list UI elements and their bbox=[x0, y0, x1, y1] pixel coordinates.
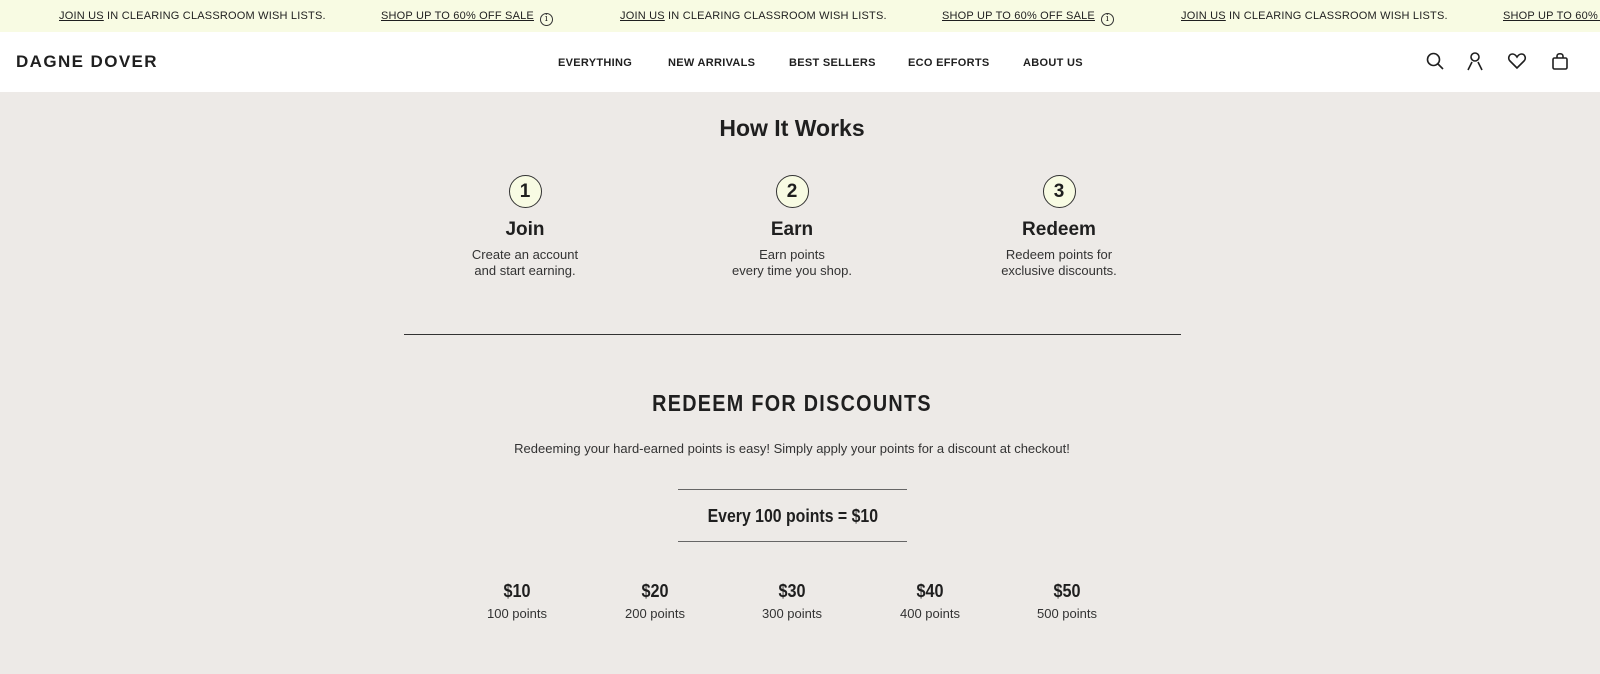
nav-about-us[interactable]: ABOUT US bbox=[1023, 57, 1083, 69]
redeem-title: REDEEM FOR DISCOUNTS bbox=[652, 390, 932, 416]
join-us-link[interactable]: JOIN US bbox=[59, 10, 104, 22]
info-icon[interactable]: i bbox=[1100, 13, 1114, 26]
tier-points: 100 points bbox=[487, 606, 547, 621]
tier-amount: $40 bbox=[916, 581, 944, 601]
brand-logo[interactable]: DAGNE DOVER bbox=[16, 52, 158, 72]
step-title: Redeem bbox=[1022, 219, 1096, 240]
nav-new-arrivals[interactable]: NEW ARRIVALS bbox=[668, 57, 755, 69]
sale-link[interactable]: SHOP UP TO 60% OFF SALE bbox=[381, 10, 534, 22]
tier-points: 200 points bbox=[625, 606, 685, 621]
join-us-link[interactable]: JOIN US bbox=[1181, 10, 1226, 22]
step-earn: 2 Earn Earn points every time you shop. bbox=[692, 175, 892, 279]
cart-bag-icon[interactable] bbox=[1549, 50, 1571, 72]
nav-eco-efforts[interactable]: ECO EFFORTS bbox=[908, 57, 990, 69]
section-divider bbox=[404, 334, 1181, 335]
reward-tier: $20 200 points bbox=[595, 581, 715, 621]
step-description-line: Create an account bbox=[471, 247, 579, 262]
announcement-bar: JOIN US IN CLEARING CLASSROOM WISH LISTS… bbox=[0, 0, 1600, 32]
tier-amount: $50 bbox=[1053, 581, 1081, 601]
site-header: DAGNE DOVER EVERYTHING NEW ARRIVALS BEST… bbox=[0, 32, 1600, 92]
points-rate-text: Every 100 points = $10 bbox=[707, 506, 878, 526]
step-description-line: every time you shop. bbox=[732, 263, 852, 278]
step-description: Create an account and start earning. bbox=[425, 247, 625, 279]
announcement-item: SHOP UP TO 60% OFF SALE i bbox=[381, 10, 553, 26]
announcement-item: JOIN US IN CLEARING CLASSROOM WISH LISTS… bbox=[1181, 10, 1448, 22]
step-number-badge: 3 bbox=[1042, 175, 1076, 208]
wishlist-heart-icon[interactable] bbox=[1506, 50, 1528, 72]
step-description-line: exclusive discounts. bbox=[1001, 263, 1117, 278]
step-redeem: 3 Redeem Redeem points for exclusive dis… bbox=[959, 175, 1159, 279]
step-number-badge: 1 bbox=[508, 175, 542, 208]
reward-tier: $10 100 points bbox=[457, 581, 577, 621]
reward-tier: $40 400 points bbox=[870, 581, 990, 621]
step-description-line: Earn points bbox=[759, 247, 825, 262]
announcement-text: IN CLEARING CLASSROOM WISH LISTS. bbox=[103, 10, 326, 22]
search-icon[interactable] bbox=[1424, 50, 1446, 72]
announcement-text: IN CLEARING CLASSROOM WISH LISTS. bbox=[664, 10, 887, 22]
sale-link[interactable]: SHOP UP TO 60% OFF SALE bbox=[942, 10, 1095, 22]
points-rate-box: Every 100 points = $10 bbox=[678, 489, 907, 542]
step-description-line: Redeem points for bbox=[1005, 247, 1113, 262]
info-icon[interactable]: i bbox=[539, 13, 553, 26]
tier-amount: $10 bbox=[503, 581, 531, 601]
step-description: Redeem points for exclusive discounts. bbox=[959, 247, 1159, 279]
join-us-link[interactable]: JOIN US bbox=[620, 10, 665, 22]
tier-amount: $20 bbox=[641, 581, 669, 601]
step-description-line: and start earning. bbox=[474, 263, 576, 278]
announcement-item: JOIN US IN CLEARING CLASSROOM WISH LISTS… bbox=[59, 10, 326, 22]
nav-everything[interactable]: EVERYTHING bbox=[558, 57, 632, 69]
tier-points: 400 points bbox=[900, 606, 960, 621]
step-join: 1 Join Create an account and start earni… bbox=[425, 175, 625, 279]
reward-tier: $50 500 points bbox=[1007, 581, 1127, 621]
announcement-item: SHOP UP TO 60% O bbox=[1503, 10, 1600, 22]
reward-tier: $30 300 points bbox=[732, 581, 852, 621]
nav-best-sellers[interactable]: BEST SELLERS bbox=[789, 57, 876, 69]
how-it-works-title: How It Works bbox=[719, 115, 865, 141]
announcement-text: IN CLEARING CLASSROOM WISH LISTS. bbox=[1225, 10, 1448, 22]
announcement-item: SHOP UP TO 60% OFF SALE i bbox=[942, 10, 1114, 26]
announcement-item: JOIN US IN CLEARING CLASSROOM WISH LISTS… bbox=[620, 10, 887, 22]
account-icon[interactable] bbox=[1464, 50, 1486, 72]
sale-link[interactable]: SHOP UP TO 60% O bbox=[1503, 10, 1600, 22]
step-title: Earn bbox=[770, 219, 814, 240]
step-title: Join bbox=[505, 219, 545, 240]
step-number-badge: 2 bbox=[775, 175, 809, 208]
tier-points: 300 points bbox=[762, 606, 822, 621]
step-description: Earn points every time you shop. bbox=[692, 247, 892, 279]
tier-points: 500 points bbox=[1037, 606, 1097, 621]
redeem-description: Redeeming your hard-earned points is eas… bbox=[514, 441, 1070, 456]
tier-amount: $30 bbox=[778, 581, 806, 601]
